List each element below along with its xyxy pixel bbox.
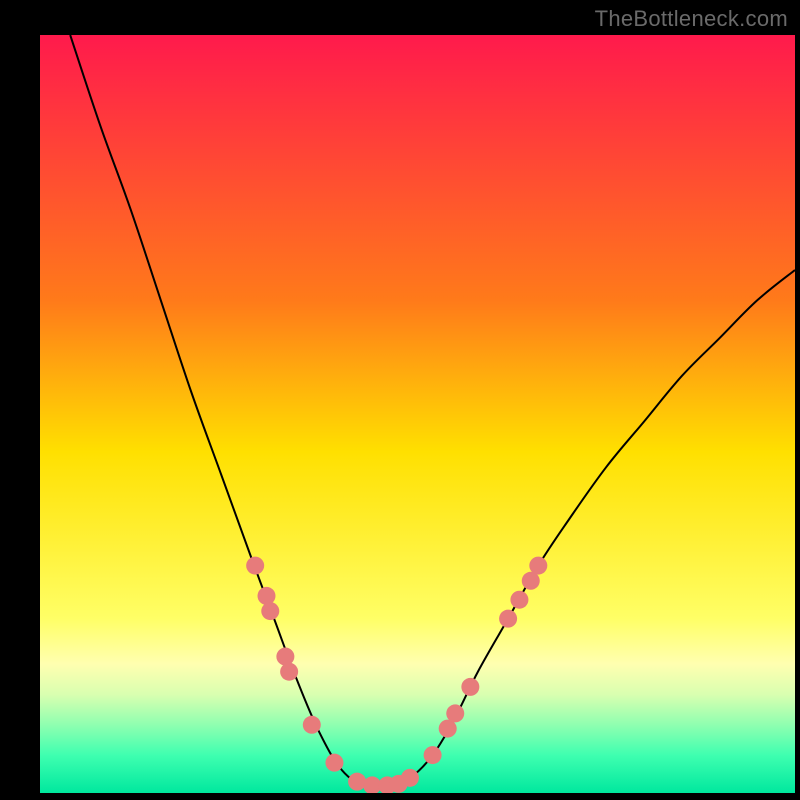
data-marker [280, 663, 298, 681]
chart-canvas [40, 35, 795, 793]
data-marker [446, 704, 464, 722]
data-marker [258, 587, 276, 605]
data-marker [246, 557, 264, 575]
data-marker [348, 773, 366, 791]
data-marker [529, 557, 547, 575]
data-marker [261, 602, 279, 620]
data-marker [424, 746, 442, 764]
chart-svg [40, 35, 795, 793]
data-marker [499, 610, 517, 628]
data-marker [325, 754, 343, 772]
data-marker [303, 716, 321, 734]
watermark-text: TheBottleneck.com [595, 6, 788, 32]
gradient-background [40, 35, 795, 793]
data-marker [401, 769, 419, 787]
data-marker [461, 678, 479, 696]
data-marker [510, 591, 528, 609]
data-marker [276, 648, 294, 666]
